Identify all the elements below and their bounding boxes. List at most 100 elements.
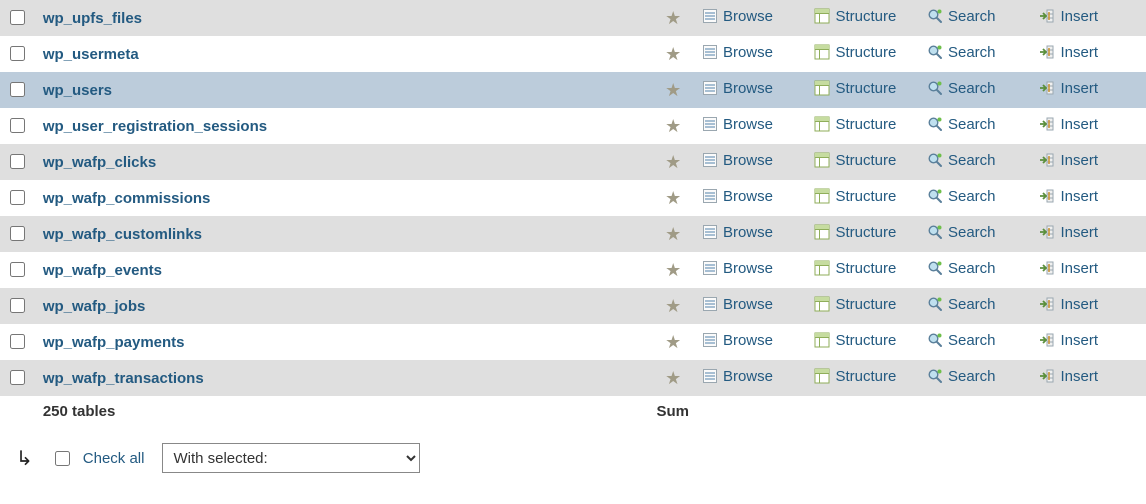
table-name-link[interactable]: wp_wafp_events bbox=[43, 262, 162, 279]
insert-link[interactable]: Insert bbox=[1039, 80, 1098, 97]
favorite-star-icon[interactable]: ★ bbox=[665, 333, 681, 351]
insert-link[interactable]: Insert bbox=[1039, 116, 1098, 133]
sum-label: Sum bbox=[650, 396, 696, 427]
search-link[interactable]: Search bbox=[927, 260, 996, 277]
insert-link[interactable]: Insert bbox=[1039, 188, 1098, 205]
browse-link[interactable]: Browse bbox=[702, 44, 773, 61]
search-link[interactable]: Search bbox=[927, 224, 996, 241]
insert-link[interactable]: Insert bbox=[1039, 152, 1098, 169]
row-checkbox[interactable] bbox=[10, 10, 25, 25]
favorite-star-icon[interactable]: ★ bbox=[665, 45, 681, 63]
check-all-checkbox[interactable] bbox=[55, 451, 70, 466]
structure-link[interactable]: Structure bbox=[814, 368, 896, 385]
insert-link[interactable]: Insert bbox=[1039, 332, 1098, 349]
search-label: Search bbox=[948, 332, 996, 349]
table-row: wp_wafp_clicks ★ Browse Structure Search… bbox=[0, 144, 1146, 180]
search-link[interactable]: Search bbox=[927, 152, 996, 169]
structure-link[interactable]: Structure bbox=[814, 296, 896, 313]
browse-link[interactable]: Browse bbox=[702, 188, 773, 205]
search-link[interactable]: Search bbox=[927, 368, 996, 385]
table-name-link[interactable]: wp_wafp_customlinks bbox=[43, 226, 202, 243]
insert-link[interactable]: Insert bbox=[1039, 44, 1098, 61]
favorite-star-icon[interactable]: ★ bbox=[665, 117, 681, 135]
browse-link[interactable]: Browse bbox=[702, 116, 773, 133]
browse-link[interactable]: Browse bbox=[702, 260, 773, 277]
table-name-link[interactable]: wp_users bbox=[43, 82, 112, 99]
insert-link[interactable]: Insert bbox=[1039, 296, 1098, 313]
browse-link[interactable]: Browse bbox=[702, 152, 773, 169]
row-checkbox[interactable] bbox=[10, 298, 25, 313]
insert-link[interactable]: Insert bbox=[1039, 8, 1098, 25]
browse-icon bbox=[702, 44, 718, 60]
favorite-star-icon[interactable]: ★ bbox=[665, 153, 681, 171]
favorite-star-icon[interactable]: ★ bbox=[665, 189, 681, 207]
table-name-link[interactable]: wp_wafp_commissions bbox=[43, 190, 211, 207]
row-checkbox[interactable] bbox=[10, 226, 25, 241]
browse-link[interactable]: Browse bbox=[702, 368, 773, 385]
favorite-star-icon[interactable]: ★ bbox=[665, 369, 681, 387]
favorite-star-icon[interactable]: ★ bbox=[665, 225, 681, 243]
table-row: wp_wafp_customlinks ★ Browse Structure S… bbox=[0, 216, 1146, 252]
check-all-link[interactable]: Check all bbox=[83, 450, 145, 467]
browse-link[interactable]: Browse bbox=[702, 296, 773, 313]
browse-link[interactable]: Browse bbox=[702, 8, 773, 25]
table-row: wp_wafp_transactions ★ Browse Structure … bbox=[0, 360, 1146, 396]
with-selected-dropdown[interactable]: With selected: bbox=[162, 443, 420, 473]
search-label: Search bbox=[948, 8, 996, 25]
search-icon bbox=[927, 188, 943, 204]
favorite-star-icon[interactable]: ★ bbox=[665, 261, 681, 279]
table-row: wp_upfs_files ★ Browse Structure Search … bbox=[0, 0, 1146, 36]
insert-link[interactable]: Insert bbox=[1039, 224, 1098, 241]
favorite-star-icon[interactable]: ★ bbox=[665, 297, 681, 315]
table-name-link[interactable]: wp_wafp_payments bbox=[43, 334, 185, 351]
row-checkbox[interactable] bbox=[10, 118, 25, 133]
table-name-link[interactable]: wp_wafp_jobs bbox=[43, 298, 146, 315]
table-name-link[interactable]: wp_wafp_clicks bbox=[43, 154, 156, 171]
structure-label: Structure bbox=[835, 152, 896, 169]
table-name-link[interactable]: wp_user_registration_sessions bbox=[43, 118, 267, 135]
arrow-up-icon: ↳ bbox=[16, 446, 33, 471]
search-link[interactable]: Search bbox=[927, 332, 996, 349]
row-checkbox[interactable] bbox=[10, 46, 25, 61]
search-link[interactable]: Search bbox=[927, 8, 996, 25]
insert-link[interactable]: Insert bbox=[1039, 260, 1098, 277]
row-checkbox[interactable] bbox=[10, 262, 25, 277]
structure-link[interactable]: Structure bbox=[814, 44, 896, 61]
structure-link[interactable]: Structure bbox=[814, 152, 896, 169]
structure-link[interactable]: Structure bbox=[814, 8, 896, 25]
browse-label: Browse bbox=[723, 224, 773, 241]
insert-label: Insert bbox=[1060, 296, 1098, 313]
insert-label: Insert bbox=[1060, 224, 1098, 241]
structure-link[interactable]: Structure bbox=[814, 80, 896, 97]
insert-icon bbox=[1039, 260, 1055, 276]
table-row: wp_wafp_events ★ Browse Structure Search… bbox=[0, 252, 1146, 288]
favorite-star-icon[interactable]: ★ bbox=[665, 9, 681, 27]
search-link[interactable]: Search bbox=[927, 44, 996, 61]
search-link[interactable]: Search bbox=[927, 296, 996, 313]
structure-link[interactable]: Structure bbox=[814, 188, 896, 205]
favorite-star-icon[interactable]: ★ bbox=[665, 81, 681, 99]
row-checkbox[interactable] bbox=[10, 370, 25, 385]
structure-link[interactable]: Structure bbox=[814, 116, 896, 133]
structure-link[interactable]: Structure bbox=[814, 224, 896, 241]
table-name-link[interactable]: wp_upfs_files bbox=[43, 10, 142, 27]
row-checkbox[interactable] bbox=[10, 190, 25, 205]
search-link[interactable]: Search bbox=[927, 188, 996, 205]
table-name-link[interactable]: wp_wafp_transactions bbox=[43, 370, 204, 387]
browse-link[interactable]: Browse bbox=[702, 332, 773, 349]
structure-label: Structure bbox=[835, 188, 896, 205]
row-checkbox[interactable] bbox=[10, 82, 25, 97]
browse-link[interactable]: Browse bbox=[702, 80, 773, 97]
table-name-link[interactable]: wp_usermeta bbox=[43, 46, 139, 63]
search-link[interactable]: Search bbox=[927, 116, 996, 133]
insert-icon bbox=[1039, 44, 1055, 60]
insert-link[interactable]: Insert bbox=[1039, 368, 1098, 385]
structure-link[interactable]: Structure bbox=[814, 332, 896, 349]
browse-link[interactable]: Browse bbox=[702, 224, 773, 241]
search-link[interactable]: Search bbox=[927, 80, 996, 97]
browse-label: Browse bbox=[723, 80, 773, 97]
structure-icon bbox=[814, 44, 830, 60]
structure-link[interactable]: Structure bbox=[814, 260, 896, 277]
row-checkbox[interactable] bbox=[10, 154, 25, 169]
row-checkbox[interactable] bbox=[10, 334, 25, 349]
